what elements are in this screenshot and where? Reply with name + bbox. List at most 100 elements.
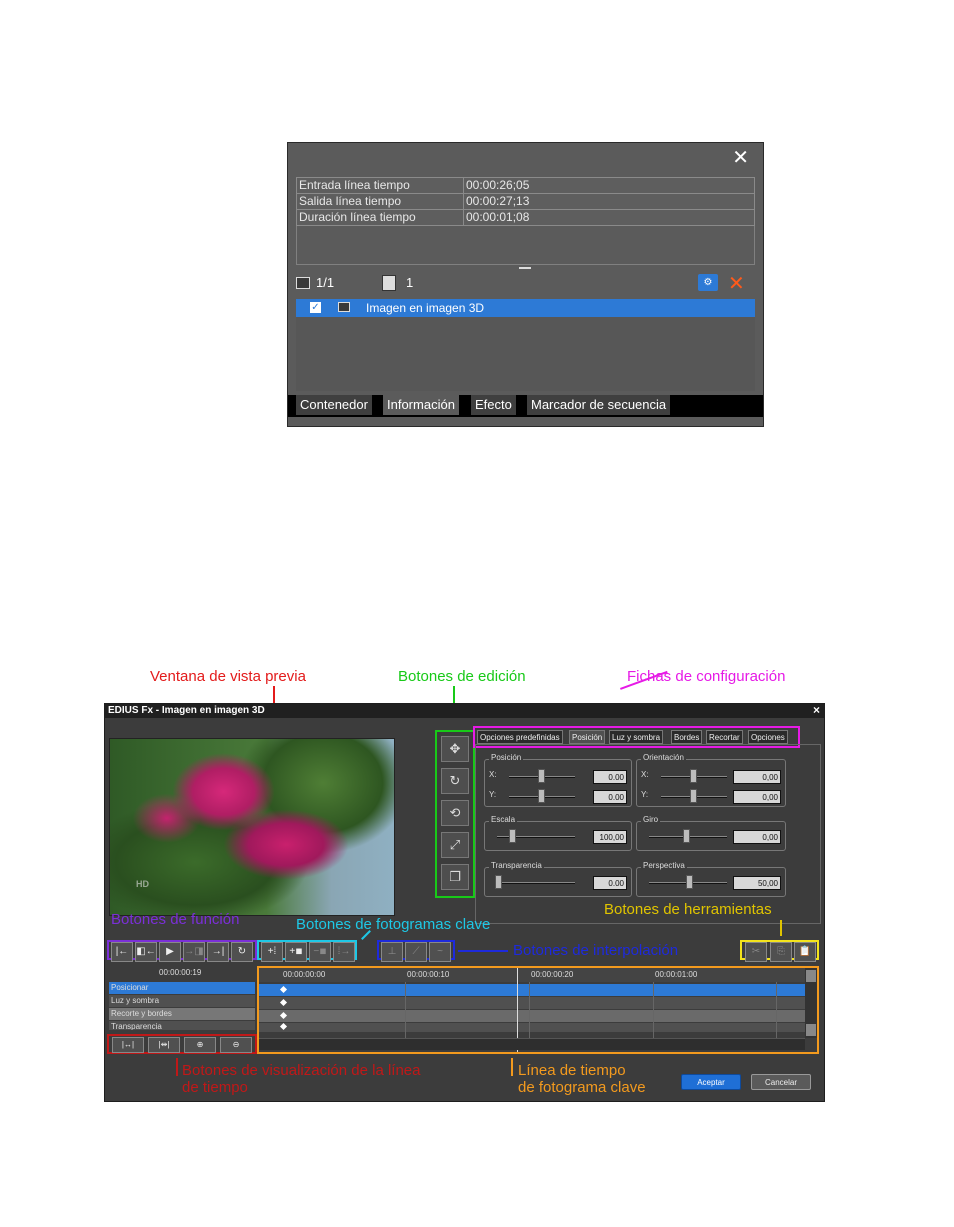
zoom-out-icon[interactable]: ⊖ (220, 1037, 252, 1053)
track-posicionar[interactable]: Posicionar (109, 982, 255, 994)
value-field[interactable]: 0,00 (733, 770, 781, 784)
timeline-view-buttons: |↔| |⇹| ⊕ ⊖ (107, 1034, 257, 1054)
clip-count: 1 (406, 275, 414, 290)
value-field[interactable]: 0.00 (593, 876, 627, 890)
slider-knob[interactable] (686, 875, 693, 889)
fit-timeline-icon[interactable]: |↔| (112, 1037, 144, 1053)
scrollbar[interactable] (805, 968, 817, 1038)
annotation-interp-buttons: Botones de interpolación (513, 942, 679, 959)
annotation-edit-buttons: Botones de edición (398, 668, 526, 685)
clip-icon (382, 275, 396, 291)
grid-line (529, 982, 530, 1038)
info-label: Entrada línea tiempo (296, 177, 464, 194)
effect-settings-icon[interactable]: ⚙ (698, 274, 718, 291)
orbit-icon[interactable]: ⟲ (441, 800, 469, 826)
keyframe-settings-icon[interactable]: ⁞→ (333, 942, 355, 962)
grid-line (653, 982, 654, 1038)
paste-icon[interactable]: 📋 (794, 942, 816, 962)
scale-icon[interactable]: ⤢ (441, 832, 469, 858)
go-start-icon[interactable]: |← (111, 942, 133, 962)
annotation-timeline-view-1: Botones de visualización de la línea (182, 1062, 421, 1079)
loop-icon[interactable]: ↻ (231, 942, 253, 962)
add-keyframe-all-icon[interactable]: +◾ (285, 942, 307, 962)
next-frame-icon[interactable]: →◨ (183, 942, 205, 962)
current-time: 00:00:00:19 (159, 968, 202, 977)
timecode: 00:00:00:10 (407, 970, 450, 979)
hd-watermark-icon: HD (136, 879, 149, 889)
zoom-in-icon[interactable]: ⊕ (184, 1037, 216, 1053)
timecode: 00:00:01:00 (655, 970, 698, 979)
layer-icon[interactable]: ❐ (441, 864, 469, 890)
horizontal-scrollbar[interactable] (259, 1038, 805, 1050)
track-recorte-bordes[interactable]: Recorte y bordes (109, 1008, 255, 1020)
slider-knob[interactable] (509, 829, 516, 843)
scroll-up-icon[interactable] (806, 970, 816, 982)
keyframe-icon[interactable] (279, 1011, 288, 1020)
prev-frame-icon[interactable]: ◧← (135, 942, 157, 962)
close-icon[interactable]: × (813, 703, 820, 717)
keyframe-icon[interactable] (279, 1022, 288, 1031)
list-item[interactable]: ✓ Imagen en imagen 3D (296, 299, 755, 317)
slider-knob[interactable] (683, 829, 690, 843)
keyframe-row[interactable] (259, 997, 805, 1009)
value-field[interactable]: 0.00 (593, 770, 627, 784)
checkbox-icon[interactable]: ✓ (310, 302, 321, 313)
fit-all-icon[interactable]: |⇹| (148, 1037, 180, 1053)
add-keyframe-icon[interactable]: +⁞ (261, 942, 283, 962)
slider-knob[interactable] (495, 875, 502, 889)
tab-informacion[interactable]: Información (383, 395, 459, 415)
group-label: Escala (489, 815, 518, 824)
tab-posicion[interactable]: Posición (569, 730, 606, 744)
slider-knob[interactable] (538, 769, 545, 783)
annotation-kf-timeline-1: Línea de tiempo (518, 1062, 626, 1079)
value-field[interactable]: 0.00 (593, 790, 627, 804)
tab-efecto[interactable]: Efecto (471, 395, 516, 415)
value-field[interactable]: 0,00 (733, 790, 781, 804)
constant-interp-icon[interactable]: ⊥ (381, 942, 403, 962)
title-bar: EDIUS Fx - Imagen en imagen 3D × (105, 703, 824, 718)
copy-icon[interactable]: ⎘ (770, 942, 792, 962)
palette-tabs: Contenedor Información Efecto Marcador d… (288, 395, 763, 417)
keyframe-row[interactable] (259, 984, 805, 996)
value-field[interactable]: 100,00 (593, 830, 627, 844)
track-luz-sombra[interactable]: Luz y sombra (109, 995, 255, 1007)
keyframe-icon[interactable] (279, 998, 288, 1007)
page-count: 1/1 (316, 275, 335, 290)
keyframe-row[interactable] (259, 1010, 805, 1022)
delete-icon[interactable]: ✕ (728, 271, 745, 296)
tab-opciones-predefinidas[interactable]: Opciones predefinidas (477, 730, 563, 744)
tab-recortar[interactable]: Recortar (706, 730, 743, 744)
accept-button[interactable]: Aceptar (681, 1074, 741, 1090)
cut-icon[interactable]: ✂ (745, 942, 767, 962)
info-value: 00:00:01;08 (463, 209, 755, 226)
go-end-icon[interactable]: →| (207, 942, 229, 962)
value-field[interactable]: 50,00 (733, 876, 781, 890)
slider-knob[interactable] (690, 789, 697, 803)
group-label: Orientación (641, 753, 686, 762)
value-field[interactable]: 0,00 (733, 830, 781, 844)
annotation-tool-buttons: Botones de herramientas (604, 901, 772, 918)
close-icon[interactable]: ✕ (732, 147, 749, 169)
track-transparencia[interactable]: Transparencia (109, 1021, 255, 1030)
scroll-down-icon[interactable] (806, 1024, 816, 1036)
rotate-icon[interactable]: ↻ (441, 768, 469, 794)
slider-knob[interactable] (538, 789, 545, 803)
bezier-interp-icon[interactable]: ~ (429, 942, 451, 962)
slider-knob[interactable] (690, 769, 697, 783)
play-icon[interactable]: ▶ (159, 942, 181, 962)
keyframe-icon[interactable] (279, 985, 288, 994)
linear-interp-icon[interactable]: ⟋ (405, 942, 427, 962)
cancel-button[interactable]: Cancelar (751, 1074, 811, 1090)
annotation-arrow (176, 1058, 178, 1076)
timecode: 00:00:00:00 (283, 970, 326, 979)
tab-marcador[interactable]: Marcador de secuencia (527, 395, 671, 415)
move-icon[interactable]: ✥ (441, 736, 469, 762)
tab-contenedor[interactable]: Contenedor (296, 395, 372, 415)
keyframe-row[interactable] (259, 1022, 805, 1032)
time-ruler[interactable]: 00:00:00:00 00:00:00:10 00:00:00:20 00:0… (259, 968, 805, 982)
tab-bordes[interactable]: Bordes (671, 730, 703, 744)
splitter-handle[interactable] (519, 267, 531, 269)
tab-luz-sombra[interactable]: Luz y sombra (609, 730, 664, 744)
tab-opciones[interactable]: Opciones (748, 730, 788, 744)
delete-keyframe-icon[interactable]: −◾ (309, 942, 331, 962)
